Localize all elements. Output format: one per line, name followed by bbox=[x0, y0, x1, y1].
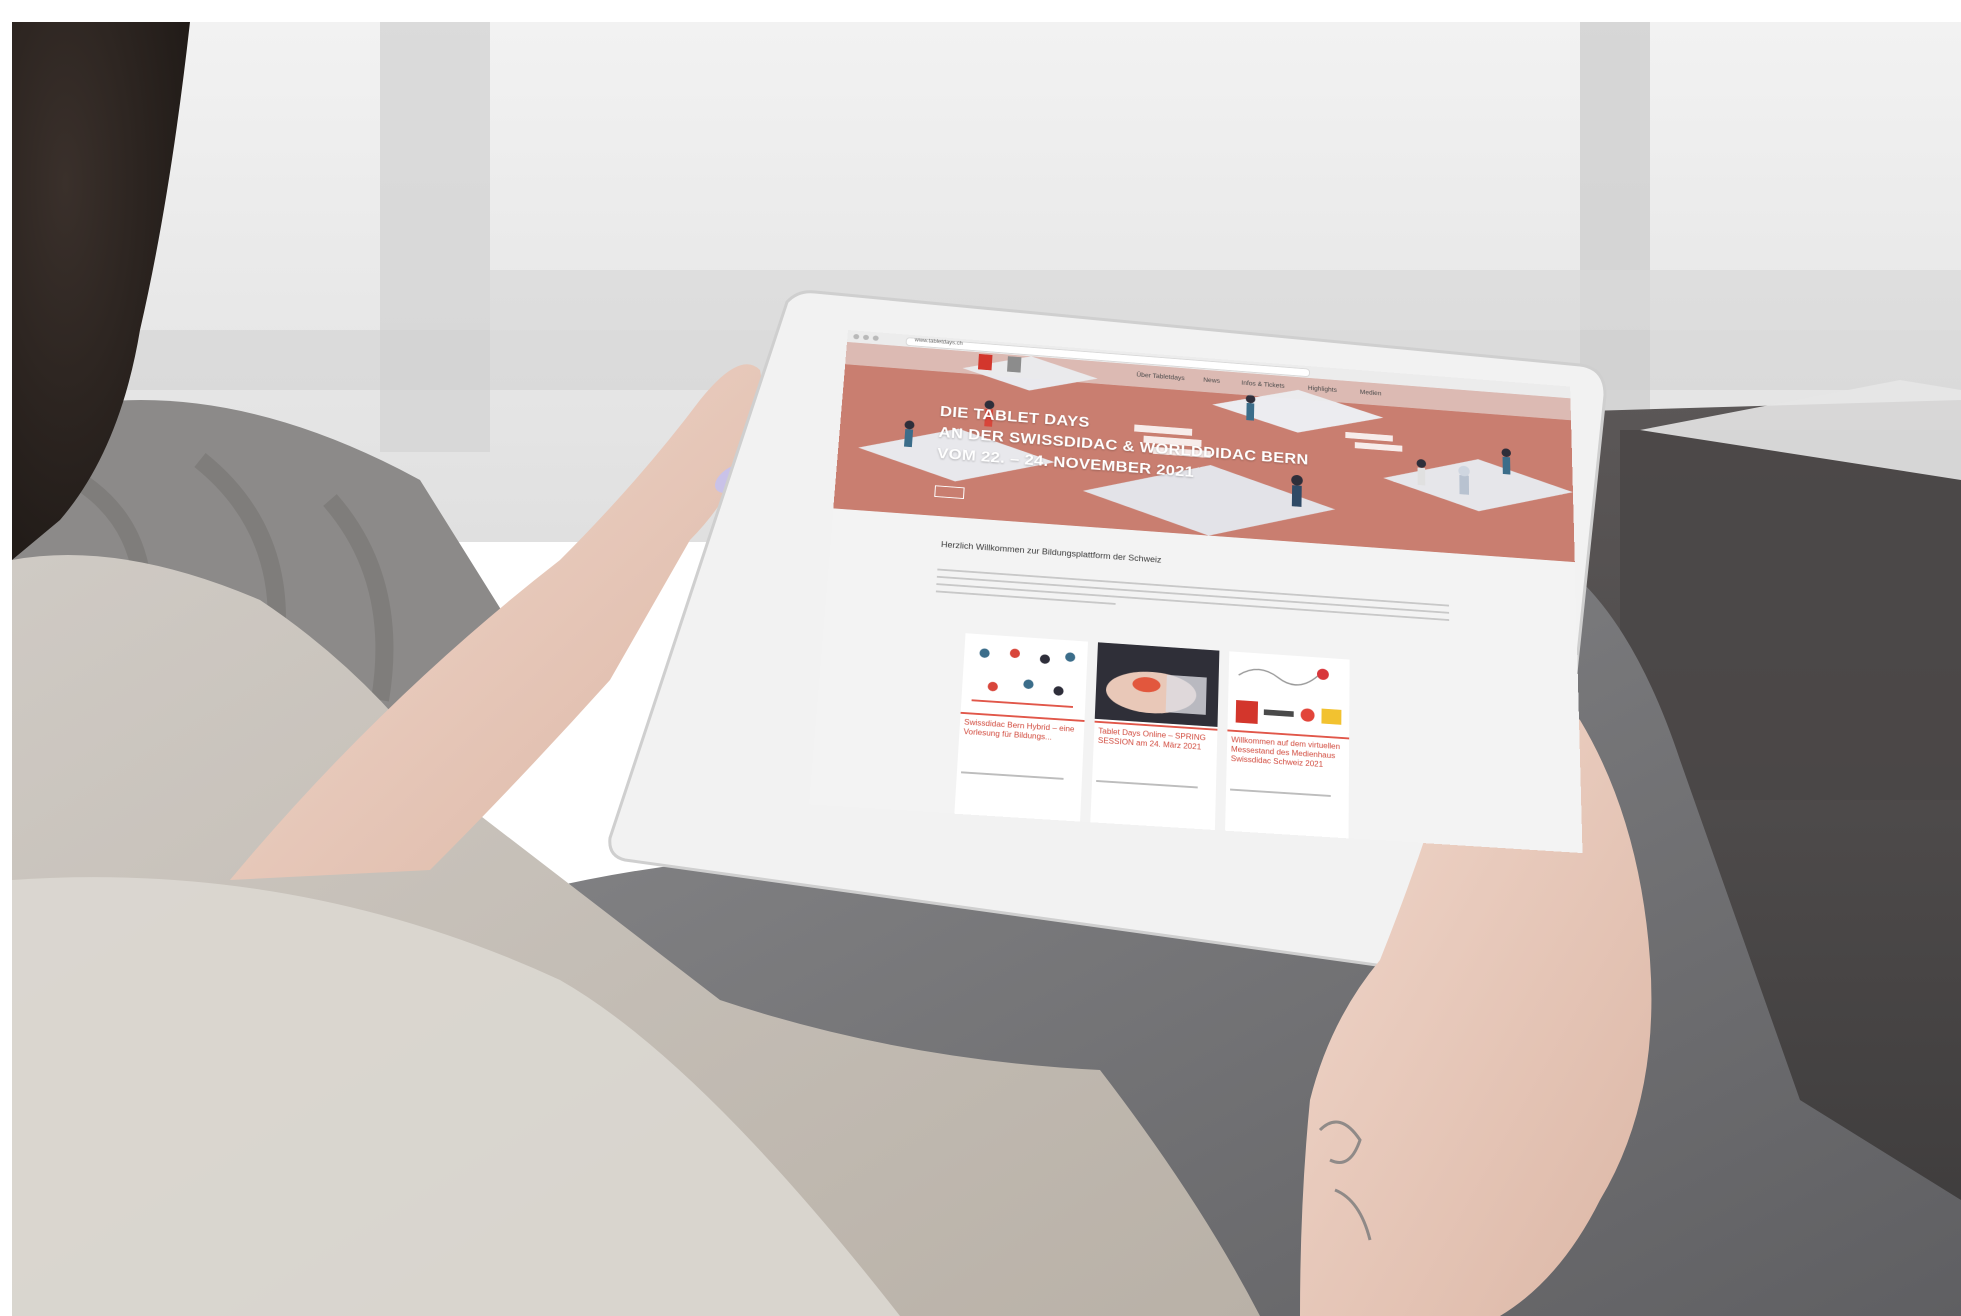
photo-scene: www.tabletdays.ch DIE TABLET DAYS AN DER… bbox=[0, 0, 1961, 1316]
window-control-icon[interactable] bbox=[862, 334, 870, 341]
news-card[interactable]: Willkommen auf dem virtuellen Messestand… bbox=[1225, 651, 1350, 839]
partner-logo[interactable] bbox=[1007, 356, 1022, 373]
tablet-screen: www.tabletdays.ch DIE TABLET DAYS AN DER… bbox=[808, 330, 1583, 854]
news-card-title[interactable]: Swissdidac Bern Hybrid – eine Vorlesung … bbox=[963, 718, 1080, 745]
news-card-image bbox=[1227, 651, 1350, 736]
news-card-teaser bbox=[960, 771, 1064, 780]
news-card-title[interactable]: Tablet Days Online – SPRING SESSION am 2… bbox=[1098, 727, 1214, 753]
news-card-teaser bbox=[1230, 788, 1331, 797]
nav-item-highlights[interactable]: Highlights bbox=[1308, 385, 1337, 393]
window-control-icon[interactable] bbox=[872, 335, 879, 341]
news-card-title[interactable]: Willkommen auf dem virtuellen Messestand… bbox=[1231, 735, 1345, 771]
welcome-heading: Herzlich Willkommen zur Bildungsplattfor… bbox=[940, 539, 1162, 565]
nav-item-tickets[interactable]: Infos & Tickets bbox=[1241, 380, 1284, 389]
address-bar-url: www.tabletdays.ch bbox=[914, 337, 963, 347]
news-card[interactable]: Swissdidac Bern Hybrid – eine Vorlesung … bbox=[954, 633, 1088, 822]
hero-cta-button[interactable] bbox=[934, 485, 965, 500]
top-border bbox=[0, 0, 1961, 22]
nav-item-about[interactable]: Über Tabletdays bbox=[1136, 372, 1184, 382]
site-logo[interactable] bbox=[977, 353, 993, 371]
news-card[interactable]: Tablet Days Online – SPRING SESSION am 2… bbox=[1090, 642, 1220, 831]
news-card-image bbox=[960, 633, 1088, 719]
nav-item-media[interactable]: Medien bbox=[1360, 390, 1382, 398]
intro-paragraph-line bbox=[936, 583, 1450, 621]
intro-paragraph-line bbox=[935, 590, 1116, 605]
window-control-icon[interactable] bbox=[853, 333, 860, 340]
news-card-image bbox=[1094, 642, 1220, 727]
intro-paragraph-line bbox=[936, 575, 1450, 614]
nav-item-news[interactable]: News bbox=[1203, 377, 1220, 384]
news-card-teaser bbox=[1096, 779, 1198, 789]
